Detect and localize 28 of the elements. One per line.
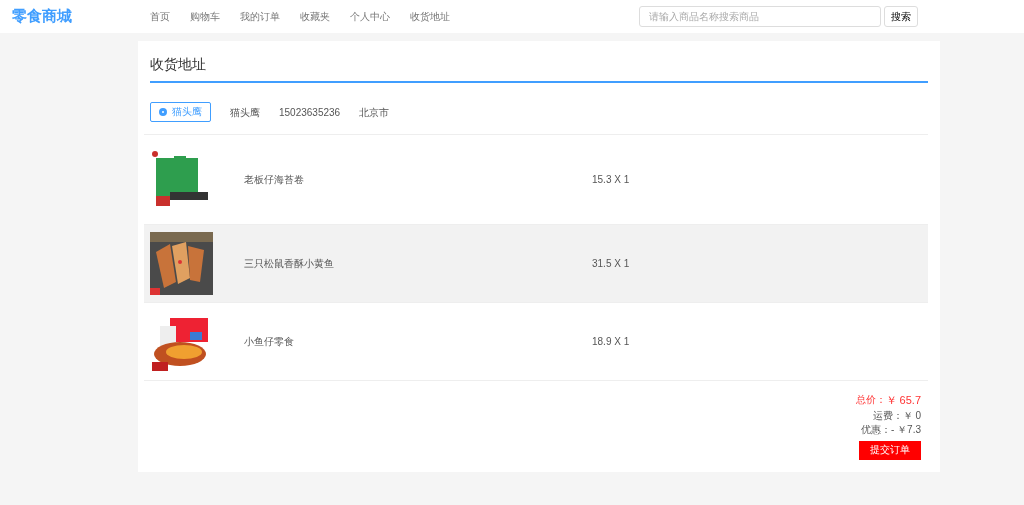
city-text: 北京市 [359,105,390,120]
search-button[interactable]: 搜索 [884,6,918,27]
total-label: 总价： [855,393,886,407]
address-option[interactable]: 猫头鹰 [150,102,211,122]
phone-number: 15023635236 [279,105,341,120]
total-price: ￥ 65.7 [885,393,921,408]
radio-icon [159,108,167,116]
shipping-label: 运费： [872,408,903,423]
nav-link[interactable]: 收货地址 [410,9,450,24]
product-price: 18.9 X 1 [592,335,630,349]
product-name: 小鱼仔零食 [244,335,295,349]
shipping-fee: ￥ 0 [902,408,921,423]
product-price: 15.3 X 1 [592,173,630,187]
search-field[interactable]: 请输入商品名称搜索商品 [639,6,881,27]
brand-logo[interactable]: 零食商城 [12,5,150,28]
product-name: 老板仔海苔卷 [244,173,305,187]
nav-link[interactable]: 我的订单 [240,9,280,24]
product-price: 31.5 X 1 [592,257,630,271]
nav-link[interactable]: 购物车 [190,9,220,24]
recipient-name: 猫头鹰 [230,105,260,120]
nav-link[interactable]: 首页 [150,9,170,24]
product-name: 三只松鼠香酥小黄鱼 [244,257,335,271]
discount-label: 优惠： [861,423,891,438]
submit-order-button[interactable]: 提交订单 [859,440,921,460]
nav-link[interactable]: 收藏夹 [300,9,330,24]
page-title: 收货地址 [150,49,928,83]
discount-amount: - ￥7.3 [891,423,921,438]
nav-link[interactable]: 个人中心 [350,9,390,24]
